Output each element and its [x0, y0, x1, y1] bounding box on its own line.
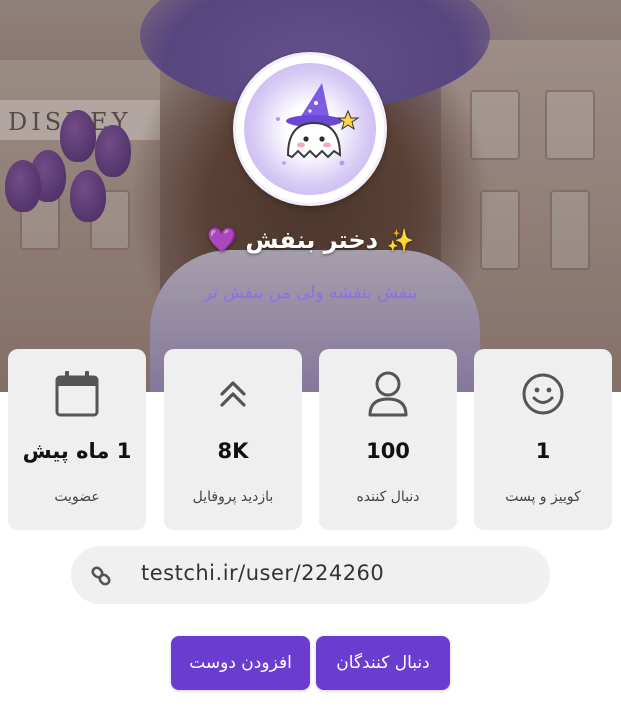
- stat-value: 8K: [217, 439, 249, 463]
- stat-card-membership[interactable]: 1 ماه پیش عضویت: [8, 349, 146, 530]
- profile-link-text[interactable]: testchi.ir/user/224260: [141, 561, 384, 585]
- stat-label: بازدید پروفایل: [192, 489, 274, 505]
- avatar[interactable]: [233, 52, 387, 206]
- stat-value: 1 ماه پیش: [22, 439, 132, 463]
- link-icon[interactable]: [89, 564, 113, 588]
- stat-card-profile-views[interactable]: 8K بازدید پروفایل: [164, 349, 302, 530]
- profile-name-text: دختر بنفش: [245, 226, 379, 254]
- stat-value: 100: [366, 439, 410, 463]
- calendar-icon: [8, 369, 146, 419]
- sparkles-icon: ✨: [386, 229, 414, 254]
- stat-card-posts[interactable]: 1 کوییز و پست: [474, 349, 612, 530]
- stat-label: کوییز و پست: [505, 489, 581, 505]
- purple-heart-icon: 💜: [207, 226, 238, 254]
- ghost-wizard-avatar-image: [244, 63, 376, 195]
- profile-link[interactable]: testchi.ir/user/224260: [71, 546, 550, 604]
- stat-value: 1: [535, 439, 551, 463]
- add-friend-button[interactable]: افزودن دوست: [171, 636, 310, 690]
- stat-label: دنبال کننده: [356, 489, 420, 505]
- profile-name: ✨ دختر بنفش 💜: [0, 226, 621, 254]
- profile-page: DISNEY: [0, 0, 621, 720]
- stat-card-followers[interactable]: 100 دنبال کننده: [319, 349, 457, 530]
- smiley-icon: [474, 369, 612, 419]
- followers-button[interactable]: دنبال کنندگان: [316, 636, 450, 690]
- double-chevron-up-icon: [164, 369, 302, 419]
- stat-label: عضویت: [54, 489, 100, 505]
- profile-bio: بنفش بنفشه ولی من بنفش تر: [203, 283, 418, 303]
- user-icon: [319, 369, 457, 419]
